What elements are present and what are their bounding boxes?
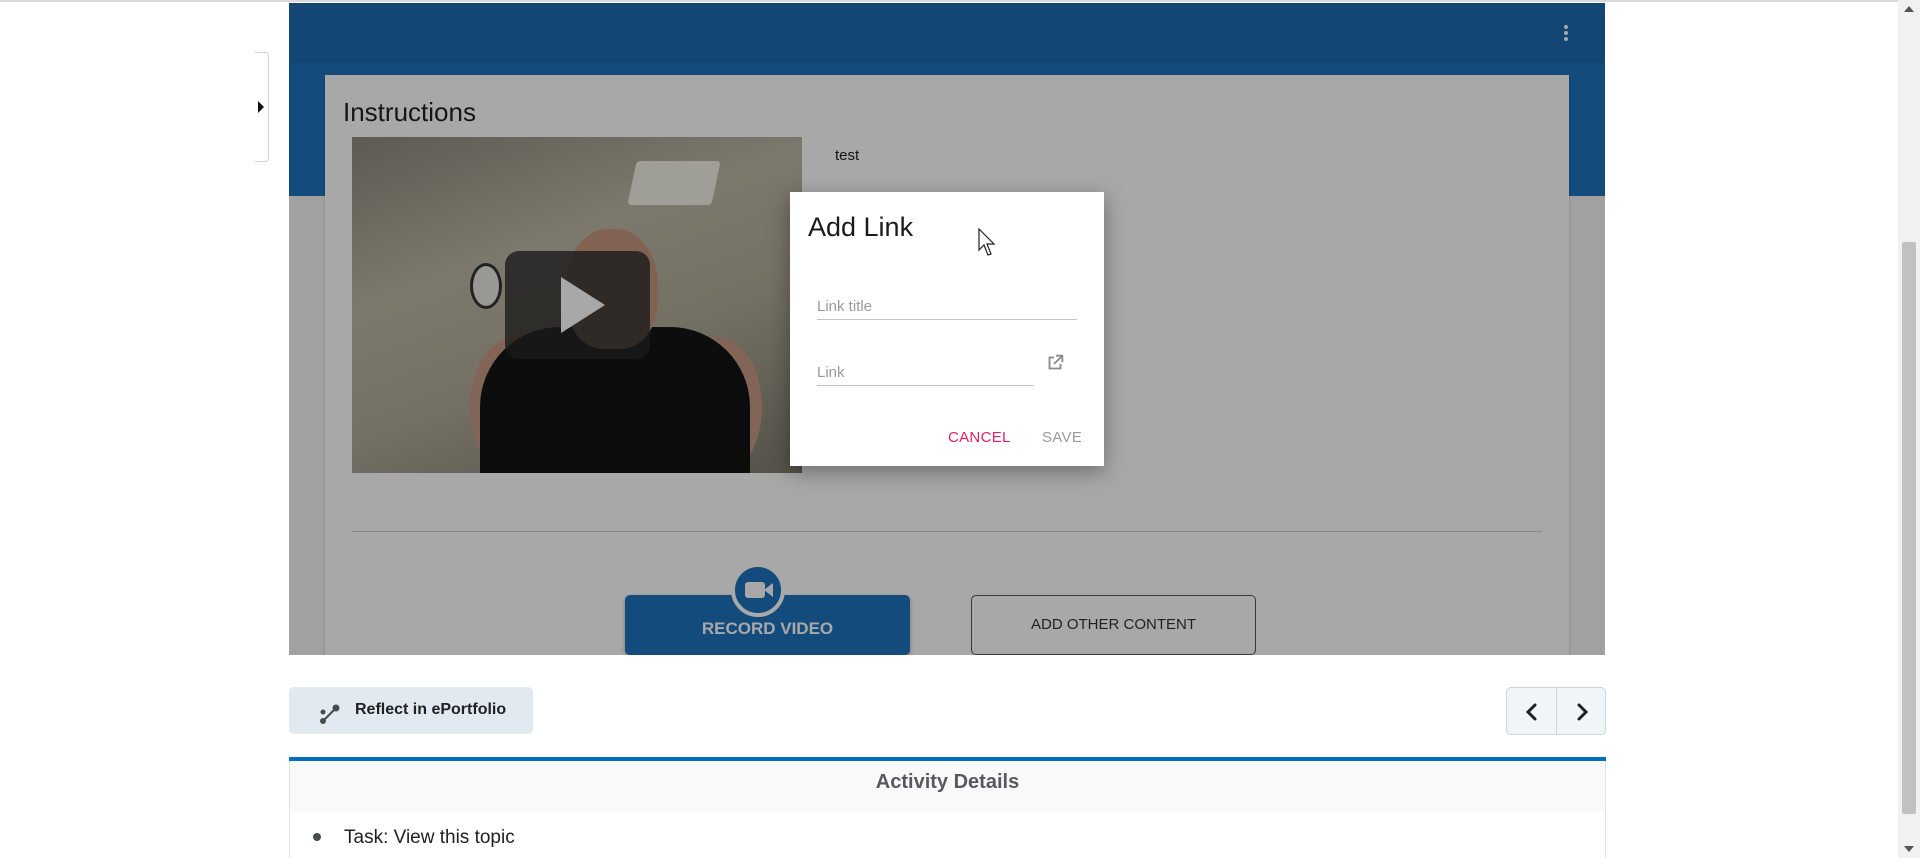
link-title-input[interactable]: [817, 284, 1077, 320]
open-in-new-icon[interactable]: [1044, 352, 1066, 374]
top-divider: [0, 0, 1898, 2]
expand-arrow-icon: [258, 101, 264, 113]
mouse-cursor-icon: [978, 228, 996, 256]
bullet-icon: [313, 833, 321, 841]
link-url-input[interactable]: [817, 350, 1034, 386]
sidebar-toggle[interactable]: [255, 52, 269, 162]
page-scrollbar[interactable]: [1898, 0, 1920, 858]
chevron-right-icon: [1577, 703, 1589, 721]
reflect-label: Reflect in ePortfolio: [355, 701, 507, 718]
share-nodes-icon: [320, 704, 340, 724]
add-link-dialog: Add Link CANCEL SAVE: [790, 192, 1104, 466]
topic-pager: [1506, 687, 1606, 735]
scrollbar-thumb[interactable]: [1902, 242, 1916, 814]
activity-details-header: Activity Details: [289, 761, 1606, 811]
scroll-up-icon[interactable]: [1904, 6, 1914, 12]
previous-topic-button[interactable]: [1507, 688, 1557, 734]
activity-details-title: Activity Details: [875, 771, 1020, 793]
reflect-in-eportfolio-button[interactable]: Reflect in ePortfolio: [289, 687, 533, 734]
page: Instructions test RECORD VIDEO ADD OTHER…: [0, 0, 1920, 858]
list-item: Task: View this topic: [344, 827, 515, 848]
save-button[interactable]: SAVE: [1042, 429, 1082, 446]
next-topic-button[interactable]: [1557, 688, 1605, 734]
cancel-button[interactable]: CANCEL: [948, 429, 1011, 446]
dialog-title: Add Link: [808, 212, 914, 242]
activity-details-list: Task: View this topic: [289, 811, 1606, 858]
chevron-left-icon: [1525, 703, 1537, 721]
scroll-down-icon[interactable]: [1904, 846, 1914, 852]
